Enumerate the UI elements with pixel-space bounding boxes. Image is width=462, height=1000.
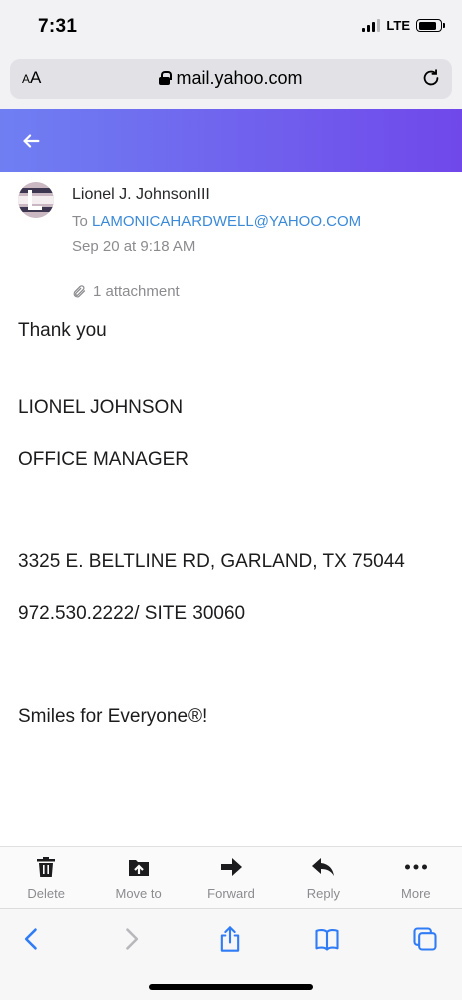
recipient-line: To LAMONICAHARDWELL@YAHOO.COM xyxy=(72,213,361,230)
body-line: Thank you xyxy=(18,320,107,341)
url-text: mail.yahoo.com xyxy=(176,68,303,88)
address-bar[interactable]: AA mail.yahoo.com xyxy=(10,59,452,99)
attachment-count: 1 attachment xyxy=(93,283,180,300)
reply-label: Reply xyxy=(306,886,341,901)
body-phone[interactable]: 972.530.2222/ SITE 30060 xyxy=(18,603,245,625)
share-icon[interactable] xyxy=(216,925,244,953)
reload-icon[interactable] xyxy=(420,67,442,89)
attachment-link[interactable]: 1 attachment xyxy=(72,283,180,300)
forward-label: Forward xyxy=(207,886,255,901)
mail-header xyxy=(0,109,462,172)
status-indicators: LTE xyxy=(362,18,445,33)
delete-button[interactable]: Delete xyxy=(0,847,92,908)
bookmarks-icon[interactable] xyxy=(313,925,341,953)
home-indicator[interactable] xyxy=(149,984,313,990)
forward-arrow-icon xyxy=(221,858,243,876)
body-address[interactable]: 3325 E. BELTLINE RD, GARLAND, TX 75044 xyxy=(18,551,405,573)
body-line: OFFICE MANAGER xyxy=(18,449,190,470)
browser-top-bar: AA mail.yahoo.com xyxy=(0,52,462,109)
body-line: LIONEL JOHNSON xyxy=(18,397,184,418)
more-button[interactable]: More xyxy=(370,847,462,908)
signal-icon xyxy=(362,19,381,32)
reply-arrow-icon xyxy=(312,858,335,876)
more-dots-icon xyxy=(404,864,427,870)
avatar[interactable] xyxy=(18,182,54,218)
delete-label: Delete xyxy=(27,886,65,901)
move-folder-icon xyxy=(128,860,149,876)
tabs-icon[interactable] xyxy=(411,925,439,953)
trash-icon xyxy=(37,857,56,877)
back-arrow-icon[interactable] xyxy=(20,130,42,152)
move-to-label: Move to xyxy=(115,886,162,901)
safari-forward-icon[interactable] xyxy=(117,925,145,953)
to-label: To xyxy=(72,213,88,230)
sender-name[interactable]: Lionel J. JohnsonIII xyxy=(72,186,210,204)
status-time: 7:31 xyxy=(38,16,78,37)
lock-icon xyxy=(159,71,173,85)
network-label: LTE xyxy=(386,18,410,33)
paperclip-icon xyxy=(73,285,86,298)
body-line: Smiles for Everyone®! xyxy=(18,706,208,727)
message-date: Sep 20 at 9:18 AM xyxy=(72,238,196,255)
reply-button[interactable]: Reply xyxy=(277,847,369,908)
battery-icon xyxy=(416,19,445,32)
move-to-button[interactable]: Move to xyxy=(92,847,184,908)
mail-action-toolbar: Delete Move to Forward Reply More xyxy=(0,846,462,908)
status-bar: 7:31 LTE xyxy=(0,0,462,52)
recipient-link[interactable]: LAMONICAHARDWELL@YAHOO.COM xyxy=(92,213,361,230)
forward-button[interactable]: Forward xyxy=(185,847,277,908)
url-display[interactable]: mail.yahoo.com xyxy=(10,68,452,89)
more-label: More xyxy=(401,886,431,901)
safari-back-icon[interactable] xyxy=(18,925,46,953)
